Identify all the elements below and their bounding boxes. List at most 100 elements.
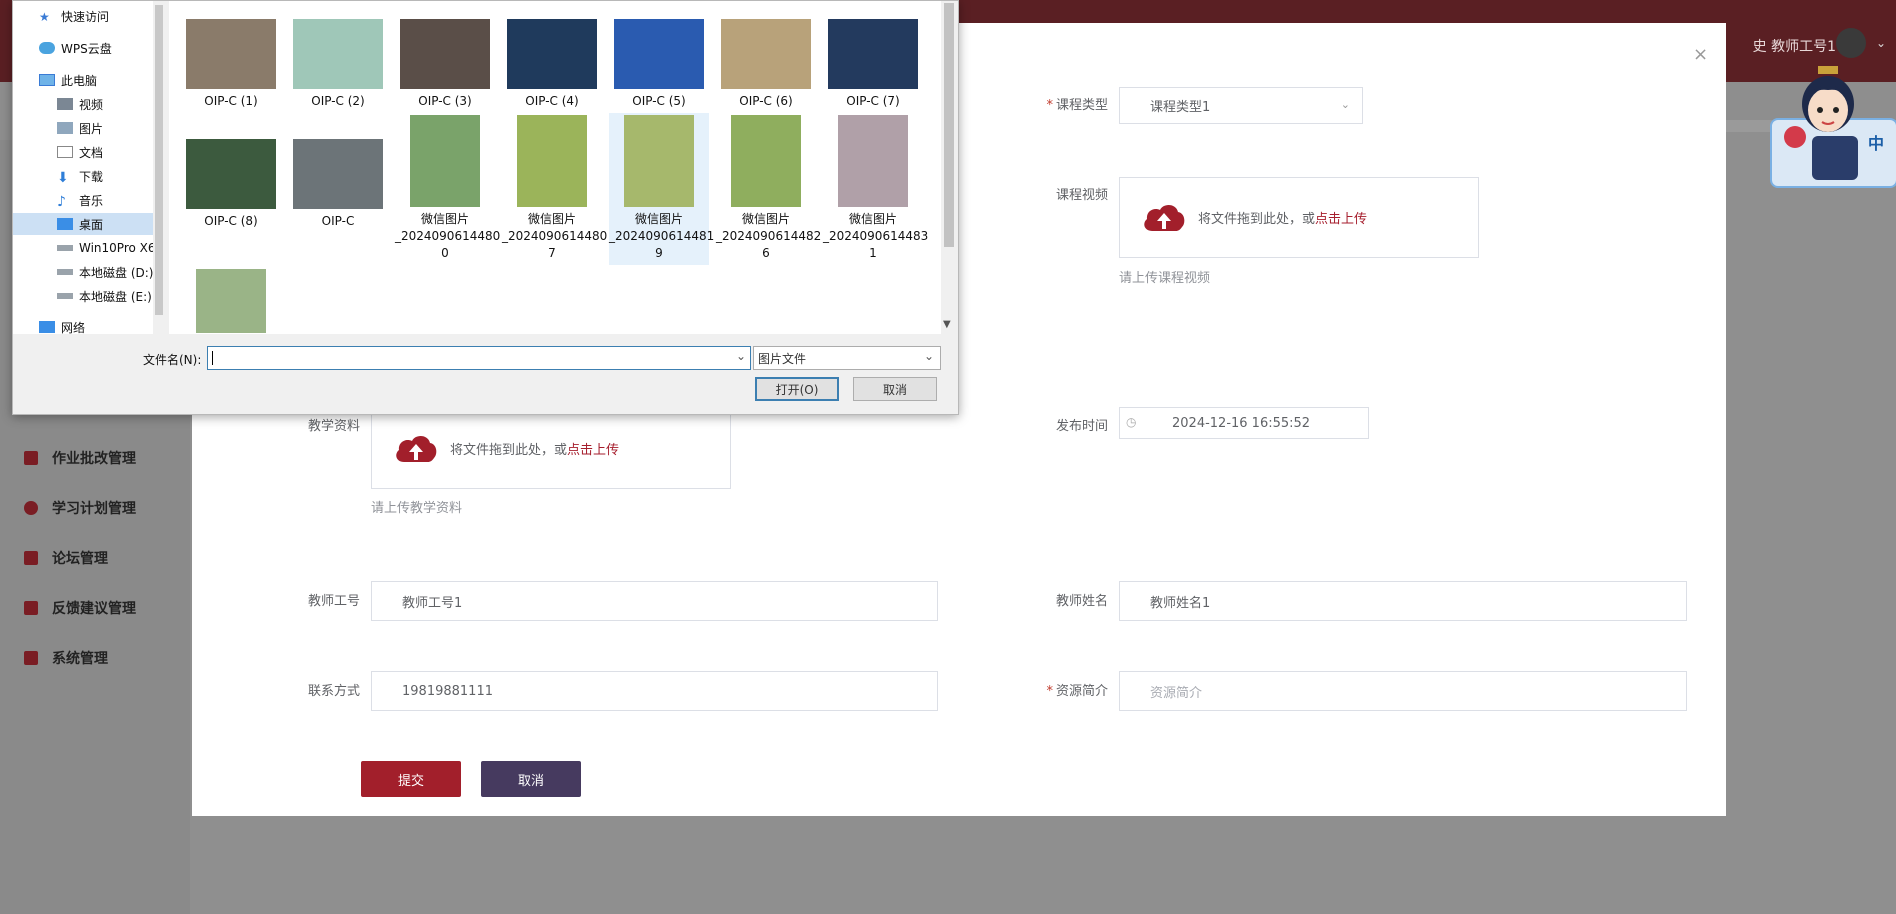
file-thumbnail: [731, 115, 801, 207]
file-name: 微信图片 _2024090614480 7: [502, 212, 608, 260]
nav-network[interactable]: 网络: [13, 316, 85, 338]
file-item[interactable]: OIP-C (2): [288, 19, 388, 110]
navigation-pane: ★ 快速访问 WPS云盘 此电脑 视频 图片 文档 ⬇ 下载 ♪ 音乐 桌面 Win1…: [13, 1, 165, 335]
file-thumbnail: [400, 19, 490, 89]
cancel-button[interactable]: 取消: [481, 761, 581, 797]
flower-icon: [1784, 126, 1806, 148]
desktop-icon: [57, 218, 73, 230]
drive-icon: [57, 293, 73, 299]
dialog-cancel-button[interactable]: 取消: [853, 377, 937, 401]
course-type-value: 课程类型1: [1150, 100, 1211, 115]
sidebar-item-label: 系统管理: [52, 651, 108, 667]
submit-button[interactable]: 提交: [361, 761, 461, 797]
file-name: OIP-C (1): [204, 94, 258, 108]
teacher-id-input[interactable]: 教师工号1: [371, 581, 938, 621]
nav-label: 桌面: [79, 217, 104, 232]
course-video-tip: 请上传课程视频: [1119, 271, 1211, 286]
publish-time-picker[interactable]: ◷ 2024-12-16 16:55:52: [1119, 407, 1369, 439]
file-thumbnail: [517, 115, 587, 207]
nav-videos[interactable]: 视频: [13, 93, 103, 115]
filetype-select[interactable]: 图片文件 ⌄: [753, 346, 941, 370]
nav-wps-cloud[interactable]: WPS云盘: [13, 37, 112, 59]
nav-pictures[interactable]: 图片: [13, 117, 103, 139]
nav-documents[interactable]: 文档: [13, 141, 103, 163]
cloud-icon: [39, 42, 55, 54]
nav-drive-c[interactable]: Win10Pro X64: [13, 237, 163, 259]
nav-scroll-thumb[interactable]: [155, 5, 163, 315]
file-item[interactable]: 微信图片 _2024090614480 0: [395, 115, 500, 262]
chevron-down-icon: ⌄: [1340, 98, 1350, 111]
nav-label: 视频: [79, 97, 104, 112]
nav-desktop[interactable]: 桌面: [13, 213, 165, 235]
music-icon: ♪: [57, 194, 66, 210]
file-thumbnail: [721, 19, 811, 89]
chevron-down-icon[interactable]: ⌄: [736, 349, 746, 363]
contact-input[interactable]: 19819881111: [371, 671, 938, 711]
file-thumbnail: [186, 139, 276, 209]
open-button[interactable]: 打开(O): [755, 377, 839, 401]
nav-downloads[interactable]: ⬇ 下载: [13, 165, 103, 187]
file-open-dialog: ★ 快速访问 WPS云盘 此电脑 视频 图片 文档 ⬇ 下载 ♪ 音乐 桌面 Win1…: [12, 0, 959, 415]
sidebar-item-label: 反馈建议管理: [52, 601, 136, 617]
upload-link[interactable]: 点击上传: [567, 443, 619, 458]
filename-input[interactable]: ⌄: [207, 346, 751, 370]
upload-link[interactable]: 点击上传: [1315, 212, 1367, 227]
file-item[interactable]: OIP-C (7): [823, 19, 923, 110]
avatar[interactable]: [1836, 28, 1866, 58]
file-item[interactable]: OIP-C: [288, 139, 388, 230]
sidebar-item-homework[interactable]: 作业批改管理: [0, 438, 190, 478]
sidebar-item-study-plan[interactable]: 学习计划管理: [0, 488, 190, 528]
file-thumbnail: [293, 139, 383, 209]
file-item-selected[interactable]: 微信图片 _2024090614481 9: [609, 113, 714, 265]
file-item[interactable]: OIP-C (4): [502, 19, 602, 110]
file-item[interactable]: OIP-C (8): [181, 139, 281, 230]
file-name: 微信图片 _2024090614483 1: [823, 212, 929, 260]
nav-quick-access[interactable]: ★ 快速访问: [13, 5, 109, 27]
teacher-name-input[interactable]: 教师姓名1: [1119, 581, 1687, 621]
file-item[interactable]: OIP-C (1): [181, 19, 281, 110]
nav-music[interactable]: ♪ 音乐: [13, 189, 103, 211]
nav-this-pc[interactable]: 此电脑: [13, 69, 97, 91]
chevron-down-icon[interactable]: ⌄: [1876, 36, 1886, 50]
close-icon[interactable]: ×: [1693, 44, 1708, 65]
file-name: OIP-C (4): [525, 94, 579, 108]
teaching-material-label: 教学资料: [307, 419, 360, 434]
drive-icon: [57, 245, 73, 251]
table-icon: [24, 551, 38, 565]
file-scroll-thumb[interactable]: [944, 3, 954, 247]
file-item[interactable]: 微信图片 _2024090614482 6: [716, 115, 821, 262]
computer-icon: [39, 74, 55, 86]
sidebar-item-feedback[interactable]: 反馈建议管理: [0, 588, 190, 628]
upload-hint: 将文件拖到此处，或: [450, 443, 568, 458]
sidebar-item-system[interactable]: 系统管理: [0, 638, 190, 678]
circle-icon: [24, 501, 38, 515]
sidebar-item-label: 论坛管理: [52, 551, 108, 567]
nav-label: 本地磁盘 (E:): [79, 289, 152, 304]
file-item[interactable]: OIP-C (3): [395, 19, 495, 110]
chevron-down-icon: ⌄: [923, 349, 934, 363]
teaching-material-upload[interactable]: 将文件拖到此处，或点击上传: [371, 408, 731, 489]
file-name: OIP-C (2): [311, 94, 365, 108]
course-video-upload[interactable]: 将文件拖到此处，或点击上传: [1119, 177, 1479, 258]
user-name[interactable]: 史 教师工号1: [1753, 36, 1836, 56]
nav-drive-e[interactable]: 本地磁盘 (E:): [13, 285, 152, 307]
scroll-down-icon[interactable]: ▼: [943, 319, 951, 330]
mascot-badge: 中: [1868, 134, 1885, 153]
nav-label: 本地磁盘 (D:): [79, 265, 154, 280]
file-item[interactable]: 微信图片 _2024090614483 1: [823, 115, 929, 262]
course-type-select[interactable]: 课程类型1 ⌄: [1119, 87, 1363, 124]
file-item[interactable]: OIP-C (6): [716, 19, 816, 110]
file-item[interactable]: OIP-C (5): [609, 19, 709, 110]
sidebar-item-label: 作业批改管理: [52, 451, 136, 467]
file-item[interactable]: [181, 269, 281, 337]
course-type-label: * 课程类型: [1046, 98, 1108, 113]
file-name: OIP-C (7): [846, 94, 900, 108]
file-item[interactable]: 微信图片 _2024090614480 7: [502, 115, 608, 262]
nav-drive-d[interactable]: 本地磁盘 (D:): [13, 261, 153, 283]
sidebar-item-forum[interactable]: 论坛管理: [0, 538, 190, 578]
summary-input[interactable]: 资源简介: [1119, 671, 1687, 711]
document-icon: [57, 146, 73, 158]
cloud-upload-icon: [396, 435, 437, 462]
file-name: OIP-C (8): [204, 214, 258, 228]
network-icon: [39, 321, 55, 333]
